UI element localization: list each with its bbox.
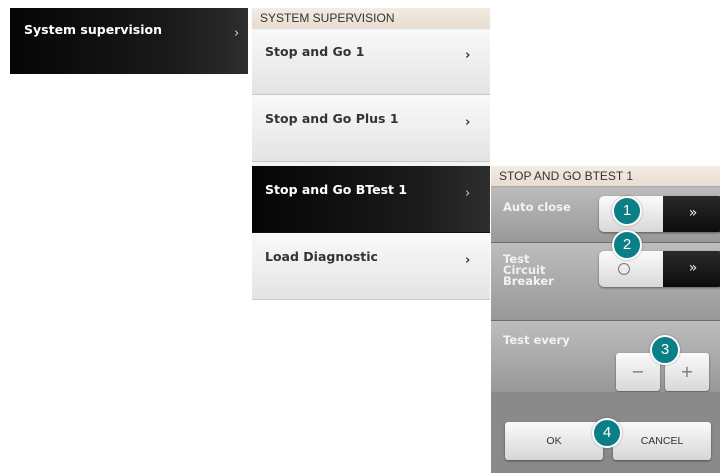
double-chevron-right-icon[interactable]: » [663, 196, 720, 232]
list-item-stop-and-go-plus-1[interactable]: Stop and Go Plus 1 › [252, 95, 490, 162]
test-every-label: Test every [503, 333, 570, 347]
list-item-label: Stop and Go BTest 1 [265, 182, 408, 197]
list-item-label: Stop and Go Plus 1 [265, 111, 399, 126]
auto-close-label: Auto close [503, 200, 571, 214]
double-chevron-right-icon[interactable]: » [663, 251, 720, 287]
callout-marker-2: 2 [612, 230, 642, 260]
cancel-button[interactable]: CANCEL [613, 422, 711, 460]
panel-header: SYSTEM SUPERVISION [252, 8, 490, 28]
chevron-right-icon: › [465, 115, 471, 130]
off-circle-icon [618, 263, 630, 275]
callout-marker-4: 4 [592, 418, 622, 448]
list-item-stop-and-go-btest-1[interactable]: Stop and Go BTest 1 › [252, 166, 490, 233]
test-circuit-breaker-label: Test Circuit Breaker [503, 253, 554, 288]
list-item-label: Load Diagnostic [265, 249, 378, 264]
test-circuit-breaker-row: Test Circuit Breaker » [491, 243, 720, 321]
ok-button[interactable]: OK [505, 422, 603, 460]
menu-item-system-supervision[interactable]: System supervision › [10, 8, 248, 74]
test-every-row: Test every − + [491, 321, 720, 392]
list-item-label: Stop and Go 1 [265, 44, 365, 59]
auto-close-row: Auto close » [491, 186, 720, 243]
panel-header: STOP AND GO BTEST 1 [491, 166, 720, 186]
label-line: Breaker [503, 274, 554, 288]
chevron-right-icon: › [465, 186, 471, 201]
callout-marker-3: 3 [650, 335, 680, 365]
menu-item-label: System supervision [24, 22, 162, 37]
list-item-stop-and-go-1[interactable]: Stop and Go 1 › [252, 28, 490, 95]
chevron-right-icon: › [465, 253, 471, 268]
chevron-right-icon: › [465, 48, 471, 63]
system-supervision-panel: SYSTEM SUPERVISION Stop and Go 1 › Stop … [252, 8, 490, 300]
list-item-load-diagnostic[interactable]: Load Diagnostic › [252, 233, 490, 300]
callout-marker-1: 1 [612, 196, 642, 226]
chevron-right-icon: › [234, 26, 240, 41]
